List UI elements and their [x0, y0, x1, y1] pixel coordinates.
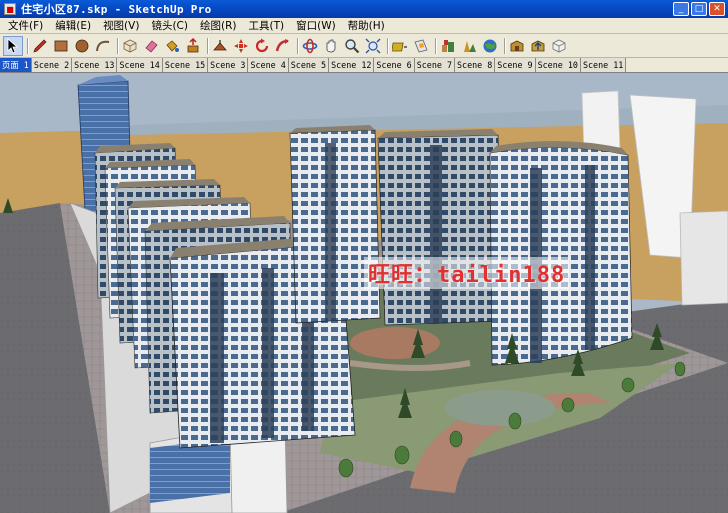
scene-tab-scene-13[interactable]: Scene 13: [72, 58, 118, 72]
right-tower-core-2: [585, 165, 595, 350]
warehouse-share-icon: [531, 40, 545, 51]
sketchup-app-icon[interactable]: ■: [4, 3, 16, 15]
pan-icon: [326, 39, 336, 52]
move-tool-button[interactable]: [231, 36, 251, 56]
close-button[interactable]: ✕: [709, 2, 725, 16]
menu-tools[interactable]: 工具(T): [242, 18, 290, 33]
central-lawn-circle: [445, 390, 555, 426]
pan-tool-button[interactable]: [321, 36, 341, 56]
rectangle-icon: [54, 40, 68, 51]
arc-tool-button[interactable]: [93, 36, 113, 56]
warehouse-get-models-tool-button[interactable]: [507, 36, 527, 56]
circle-icon: [75, 39, 89, 52]
scene-tabs-bar: 页面 1 Scene 2 Scene 13 Scene 14 Scene 15 …: [0, 58, 728, 73]
offset-icon: [213, 39, 227, 50]
rotate-tool-button[interactable]: [252, 36, 272, 56]
menu-help[interactable]: 帮助(H): [342, 18, 391, 33]
section-plane-icon: [414, 39, 428, 52]
menu-edit[interactable]: 编辑(E): [49, 18, 97, 33]
geo-location-icon: [442, 39, 454, 52]
scene-tab-scene-12[interactable]: Scene 12: [329, 58, 375, 72]
rectangle-tool-button[interactable]: [51, 36, 71, 56]
scene-tab-scene-15[interactable]: Scene 15: [162, 58, 209, 72]
model-viewport[interactable]: 旺旺：tailin188: [0, 73, 728, 513]
main-toolbar: [0, 34, 728, 58]
eraser-icon: [145, 39, 158, 53]
front-tower-core: [210, 273, 224, 443]
menu-bar: 文件(F) 编辑(E) 视图(V) 镜头(C) 绘图(R) 工具(T) 窗口(W…: [0, 18, 728, 34]
scene-tab-scene-11[interactable]: Scene 11: [580, 58, 627, 72]
tape-measure-tool-button[interactable]: [390, 36, 410, 56]
model-scene-render: [0, 73, 728, 513]
mid-left-tower-core: [325, 143, 336, 321]
pencil-icon: [33, 39, 47, 53]
offset-tool-button[interactable]: [210, 36, 230, 56]
section-plane-tool-button[interactable]: [411, 36, 431, 56]
scene-tab-scene-4[interactable]: Scene 4: [248, 58, 289, 72]
menu-camera[interactable]: 镜头(C): [145, 18, 194, 33]
scene-tab-scene-9[interactable]: Scene 9: [495, 58, 536, 72]
google-earth-icon: [483, 39, 497, 52]
orbit-tool-button[interactable]: [300, 36, 320, 56]
orbit-icon: [302, 38, 318, 53]
tape-measure-icon: [392, 42, 407, 51]
warehouse-get-models-icon: [510, 40, 524, 51]
share-component-icon: [552, 39, 566, 52]
front-tower-core-2: [262, 268, 274, 438]
scene-tab-scene-14[interactable]: Scene 14: [117, 58, 163, 72]
make-component-tool-button[interactable]: [120, 36, 140, 56]
center-tower-core: [430, 145, 442, 323]
title-bar: ■ 住宅小区87.skp - SketchUp Pro _ □ ✕: [0, 0, 728, 18]
push-pull-icon: [187, 37, 199, 52]
paint-bucket-tool-button[interactable]: [162, 36, 182, 56]
podium-glass-facade: [150, 438, 230, 503]
share-component-tool-button[interactable]: [549, 36, 569, 56]
menu-file[interactable]: 文件(F): [2, 18, 49, 33]
scene-tab-scene-6[interactable]: Scene 6: [374, 58, 415, 72]
eraser-tool-button[interactable]: [141, 36, 161, 56]
round-plaza: [350, 327, 440, 359]
window-title: 住宅小区87.skp - SketchUp Pro: [21, 3, 212, 16]
google-earth-tool-button[interactable]: [480, 36, 500, 56]
scene-tab-scene-7[interactable]: Scene 7: [414, 58, 455, 72]
follow-me-icon: [275, 38, 289, 51]
select-icon: [7, 37, 19, 54]
add-location-icon: [464, 40, 476, 52]
add-location-tool-button[interactable]: [459, 36, 479, 56]
zoom-extents-tool-button[interactable]: [363, 36, 383, 56]
window-controls: _ □ ✕: [673, 2, 725, 16]
scene-tab-scene-10[interactable]: Scene 10: [535, 58, 581, 72]
rotate-icon: [255, 38, 269, 52]
scene-tab-scene-2[interactable]: Scene 2: [31, 58, 73, 72]
scene-tab-scene-8[interactable]: Scene 8: [455, 58, 496, 72]
scene-tab-scene-5[interactable]: Scene 5: [288, 58, 330, 72]
watermark-text: 旺旺：tailin188: [364, 257, 570, 289]
push-pull-tool-button[interactable]: [183, 36, 203, 56]
white-block-right: [679, 210, 728, 306]
move-icon: [234, 38, 248, 53]
menu-window[interactable]: 窗口(W): [290, 18, 342, 33]
make-component-icon: [123, 39, 137, 52]
maximize-button[interactable]: □: [691, 2, 707, 16]
pencil-tool-button[interactable]: [30, 36, 50, 56]
arc-icon: [96, 40, 110, 51]
warehouse-share-tool-button[interactable]: [528, 36, 548, 56]
zoom-icon: [345, 38, 360, 53]
scene-tab-scene-3[interactable]: Scene 3: [208, 58, 249, 72]
select-tool-button[interactable]: [3, 35, 23, 56]
geo-location-tool-button[interactable]: [438, 36, 458, 56]
paint-bucket-icon: [166, 39, 179, 52]
minimize-button[interactable]: _: [673, 2, 689, 16]
scene-tab-page-1[interactable]: 页面 1: [0, 58, 32, 72]
zoom-tool-button[interactable]: [342, 36, 362, 56]
zoom-extents-icon: [365, 38, 381, 53]
circle-tool-button[interactable]: [72, 36, 92, 56]
menu-view[interactable]: 视图(V): [97, 18, 145, 33]
follow-me-tool-button[interactable]: [273, 36, 293, 56]
menu-draw[interactable]: 绘图(R): [194, 18, 243, 33]
